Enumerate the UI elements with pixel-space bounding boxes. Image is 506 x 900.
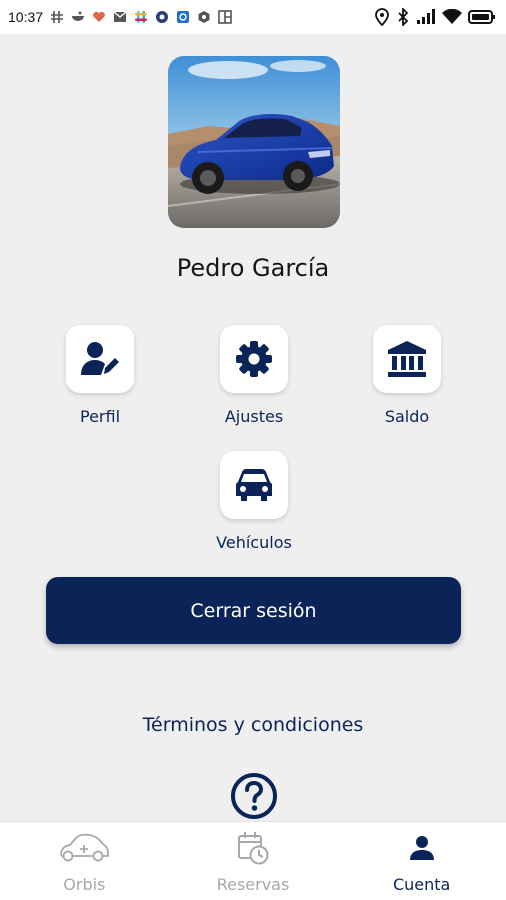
car-icon: [236, 469, 272, 501]
status-time: 10:37: [8, 9, 44, 25]
user-edit-icon: [81, 342, 119, 375]
nav-item-cuenta[interactable]: Cuenta: [337, 822, 506, 900]
bank-icon: [388, 341, 426, 377]
location-icon: [375, 8, 389, 26]
bluetooth-icon: [398, 8, 409, 26]
perfil-tile[interactable]: [66, 325, 134, 393]
nav-label-cuenta: Cuenta: [392, 875, 451, 894]
battery-icon: [468, 10, 495, 24]
status-right: [374, 8, 496, 26]
menu-item-saldo[interactable]: Saldo: [347, 325, 467, 426]
perfil-label: Perfil: [79, 407, 121, 426]
person-icon: [409, 836, 434, 860]
help-button[interactable]: [230, 772, 278, 820]
terms-link[interactable]: Términos y condiciones: [0, 714, 506, 736]
nav-icon-wrap-reservas: [237, 830, 269, 866]
app-circle-icon: [156, 11, 169, 23]
saldo-tile[interactable]: [373, 325, 441, 393]
bowl-icon: [72, 11, 85, 21]
menu-item-ajustes[interactable]: Ajustes: [194, 325, 314, 426]
logout-button[interactable]: Cerrar sesión: [46, 577, 461, 644]
saldo-label: Saldo: [384, 407, 430, 426]
heart-pulse-icon: [93, 11, 105, 22]
nav-icon-wrap-orbis: [58, 830, 110, 866]
nav-label-orbis: Orbis: [63, 875, 106, 894]
wifi-icon: [442, 9, 462, 24]
hashtag-icon: [51, 11, 64, 23]
hex-app-icon: [198, 11, 210, 23]
car-outline-icon: [60, 833, 110, 862]
gmail-icon: [113, 11, 127, 22]
board-icon: [218, 10, 232, 24]
bottom-nav: Orbis Reservas Cuenta: [0, 821, 506, 900]
ajustes-tile[interactable]: [220, 325, 288, 393]
question-circle-icon: [231, 773, 277, 819]
status-bar: 10:37: [0, 0, 506, 34]
nav-label-reservas: Reservas: [216, 875, 290, 894]
vehiculos-label: Vehículos: [216, 533, 292, 552]
profile-avatar: [168, 56, 340, 228]
menu-item-perfil[interactable]: Perfil: [40, 325, 160, 426]
ajustes-label: Ajustes: [224, 407, 284, 426]
signal-icon: [417, 9, 435, 24]
menu-item-vehiculos[interactable]: Vehículos: [194, 451, 314, 552]
calendar-clock-icon: [238, 832, 269, 865]
gear-icon: [236, 341, 272, 377]
app-square-icon: [177, 11, 190, 23]
vehiculos-tile[interactable]: [220, 451, 288, 519]
nav-icon-wrap-cuenta: [409, 830, 435, 866]
slack-icon: [135, 11, 148, 23]
user-name: Pedro García: [176, 254, 330, 282]
nav-item-orbis[interactable]: Orbis: [0, 822, 169, 900]
nav-item-reservas[interactable]: Reservas: [169, 822, 338, 900]
status-left: 10:37: [8, 9, 232, 25]
